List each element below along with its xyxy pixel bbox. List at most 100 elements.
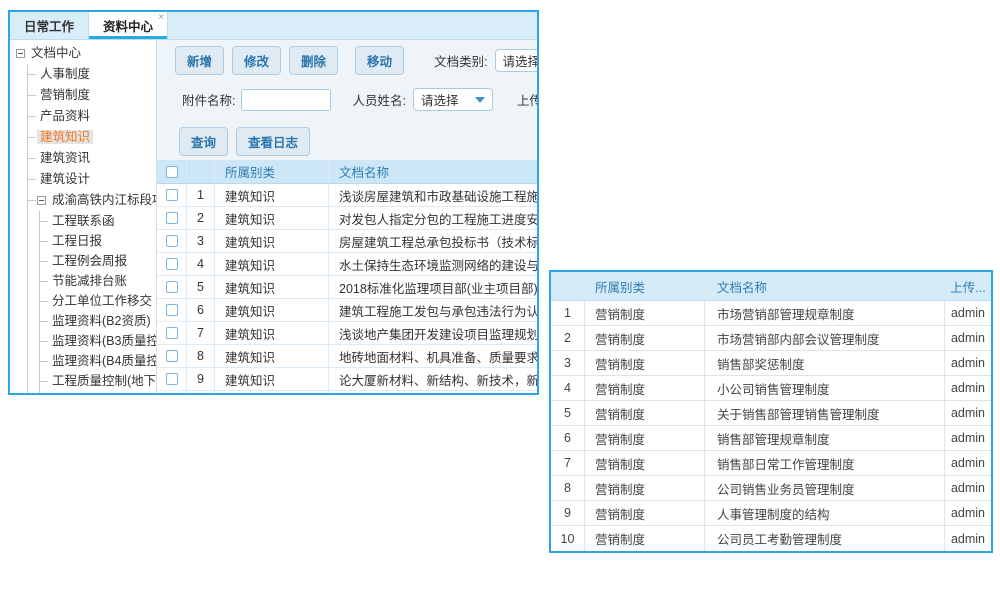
table-row[interactable]: 10建筑知识大厦地下室加气砼墙砌筑工程的施工方... <box>157 391 539 395</box>
tree-node[interactable]: 营销制度 <box>28 85 156 106</box>
row-checkbox[interactable] <box>166 373 178 385</box>
row-category: 建筑知识 <box>215 276 329 298</box>
tree-node[interactable]: 监理资料(B2资质) <box>40 311 156 331</box>
tree-node[interactable]: 成渝高铁内江标段项目 <box>28 190 156 211</box>
tree-node[interactable]: 分工单位工作移交 <box>40 291 156 311</box>
table-row[interactable]: 3营销制度销售部奖惩制度admin <box>551 351 991 376</box>
delete-button[interactable]: 删除 <box>289 46 338 75</box>
row-checkbox-cell <box>157 230 187 252</box>
document-center-window: 日常工作 资料中心 × 文档中心人事制度营销制度产品资料建筑知识建筑资讯建筑设计… <box>8 10 539 395</box>
tree-node[interactable]: 监理资料(B4质量控制) <box>40 351 156 371</box>
main-panel: 新增 修改 删除 移动 文档类别: 请选择 文档名称: 附件名称: 人员姓名: <box>157 40 539 394</box>
row-checkbox[interactable] <box>166 189 178 201</box>
table-row[interactable]: 9建筑知识论大厦新材料、新结构、新技术，新工... <box>157 368 539 391</box>
row-checkbox[interactable] <box>166 212 178 224</box>
person-name-select[interactable]: 请选择 <box>413 88 493 111</box>
tree-node[interactable]: 工程质量控制(结构) <box>40 391 156 394</box>
action-toolbar: 新增 修改 删除 移动 文档类别: 请选择 文档名称: <box>175 46 539 75</box>
table-row[interactable]: 3建筑知识房屋建筑工程总承包投标书（技术标）... <box>157 230 539 253</box>
tree-node[interactable]: 建筑资讯 <box>28 148 156 169</box>
row-index: 8 <box>551 476 585 500</box>
tree-node-label: 人事制度 <box>37 67 93 81</box>
tree-node[interactable]: 建筑设计 <box>28 169 156 190</box>
collapse-icon[interactable] <box>37 196 46 205</box>
row-doc-name: 论大厦新材料、新结构、新技术，新工... <box>329 368 539 390</box>
row-index: 5 <box>551 401 585 425</box>
add-button[interactable]: 新增 <box>175 46 224 75</box>
row-doc-name: 对发包人指定分包的工程施工进度安排... <box>329 207 539 229</box>
table-row[interactable]: 8建筑知识地砖地面材料、机具准备、质量要求及... <box>157 345 539 368</box>
tree-node-root[interactable]: 文档中心 <box>16 43 156 64</box>
row-uploader: admin <box>945 401 991 425</box>
tree-node[interactable]: 人事制度 <box>28 64 156 85</box>
row-doc-name: 水土保持生态环境监测网络的建设与资... <box>329 253 539 275</box>
row-checkbox-cell <box>157 345 187 367</box>
tab-bar: 日常工作 资料中心 × <box>10 12 537 40</box>
table-row[interactable]: 1营销制度市场营销部管理规章制度admin <box>551 301 991 326</box>
row-category: 建筑知识 <box>215 184 329 206</box>
collapse-icon[interactable] <box>16 49 25 58</box>
table-row[interactable]: 2建筑知识对发包人指定分包的工程施工进度安排... <box>157 207 539 230</box>
view-log-button[interactable]: 查看日志 <box>236 127 310 156</box>
row-index: 1 <box>187 184 215 206</box>
row-category: 建筑知识 <box>215 230 329 252</box>
row-category: 建筑知识 <box>215 207 329 229</box>
row-doc-name: 销售部管理规章制度 <box>705 426 945 450</box>
query-button[interactable]: 查询 <box>179 127 228 156</box>
doc-category-select[interactable]: 请选择 <box>495 49 539 72</box>
tree-node[interactable]: 节能减排台账 <box>40 271 156 291</box>
row-index: 2 <box>551 326 585 350</box>
edit-button[interactable]: 修改 <box>232 46 281 75</box>
table-row[interactable]: 10营销制度公司员工考勤管理制度admin <box>551 526 991 551</box>
row-checkbox[interactable] <box>166 350 178 362</box>
row-checkbox[interactable] <box>166 304 178 316</box>
table-row[interactable]: 5营销制度关于销售部管理销售管理制度admin <box>551 401 991 426</box>
row-index: 10 <box>551 526 585 551</box>
table-row[interactable]: 4建筑知识水土保持生态环境监测网络的建设与资... <box>157 253 539 276</box>
row-uploader: admin <box>945 326 991 350</box>
tree-node[interactable]: 建筑知识 <box>28 127 156 148</box>
row-checkbox[interactable] <box>166 327 178 339</box>
tree-node[interactable]: 工程日报 <box>40 231 156 251</box>
row-checkbox-cell <box>157 276 187 298</box>
table-row[interactable]: 6营销制度销售部管理规章制度admin <box>551 426 991 451</box>
header-category-cell: 所属别类 <box>215 160 329 183</box>
tree-node[interactable]: 工程例会周报 <box>40 251 156 271</box>
tree-node-label: 工程例会周报 <box>49 254 130 268</box>
row-category: 建筑知识 <box>215 299 329 321</box>
tree-node[interactable]: 工程联系函 <box>40 211 156 231</box>
row-doc-name: 公司员工考勤管理制度 <box>705 526 945 551</box>
table-row[interactable]: 1建筑知识浅谈房屋建筑和市政基础设施工程施工... <box>157 184 539 207</box>
table-header-row: 所属别类文档名称 <box>157 160 539 184</box>
table-row[interactable]: 4营销制度小公司销售管理制度admin <box>551 376 991 401</box>
table-row[interactable]: 5建筑知识2018标准化监理项目部(业主项目部)人员... <box>157 276 539 299</box>
screen: 日常工作 资料中心 × 文档中心人事制度营销制度产品资料建筑知识建筑资讯建筑设计… <box>0 0 1000 600</box>
attachment-name-input[interactable] <box>241 89 331 111</box>
tree-node-label: 监理资料(B2资质) <box>49 314 154 328</box>
select-all-checkbox[interactable] <box>166 166 178 178</box>
table-row[interactable]: 7营销制度销售部日常工作管理制度admin <box>551 451 991 476</box>
row-checkbox[interactable] <box>166 258 178 270</box>
attachment-name-label: 附件名称: <box>182 90 235 109</box>
tree-node-label: 节能减排台账 <box>49 274 130 288</box>
move-button[interactable]: 移动 <box>355 46 404 75</box>
table-row[interactable]: 2营销制度市场营销部内部会议管理制度admin <box>551 326 991 351</box>
row-category: 营销制度 <box>585 401 705 425</box>
row-checkbox-cell <box>157 299 187 321</box>
table-row[interactable]: 6建筑知识建筑工程施工发包与承包违法行为认定... <box>157 299 539 322</box>
row-checkbox[interactable] <box>166 281 178 293</box>
row-doc-name: 浅谈地产集团开发建设项目监理规划编... <box>329 322 539 344</box>
tree-node[interactable]: 工程质量控制(地下室) <box>40 371 156 391</box>
row-checkbox[interactable] <box>166 235 178 247</box>
tree-node[interactable]: 产品资料 <box>28 106 156 127</box>
tab-data-center[interactable]: 资料中心 × <box>88 12 168 39</box>
row-doc-name: 地砖地面材料、机具准备、质量要求及... <box>329 345 539 367</box>
row-category: 营销制度 <box>585 426 705 450</box>
tab-daily-work[interactable]: 日常工作 <box>10 12 88 39</box>
tree-node[interactable]: 监理资料(B3质量控制) <box>40 331 156 351</box>
table-row[interactable]: 8营销制度公司销售业务员管理制度admin <box>551 476 991 501</box>
row-uploader: admin <box>945 376 991 400</box>
table-row[interactable]: 7建筑知识浅谈地产集团开发建设项目监理规划编... <box>157 322 539 345</box>
table-row[interactable]: 9营销制度人事管理制度的结构admin <box>551 501 991 526</box>
tab-close-icon[interactable]: × <box>158 13 164 23</box>
